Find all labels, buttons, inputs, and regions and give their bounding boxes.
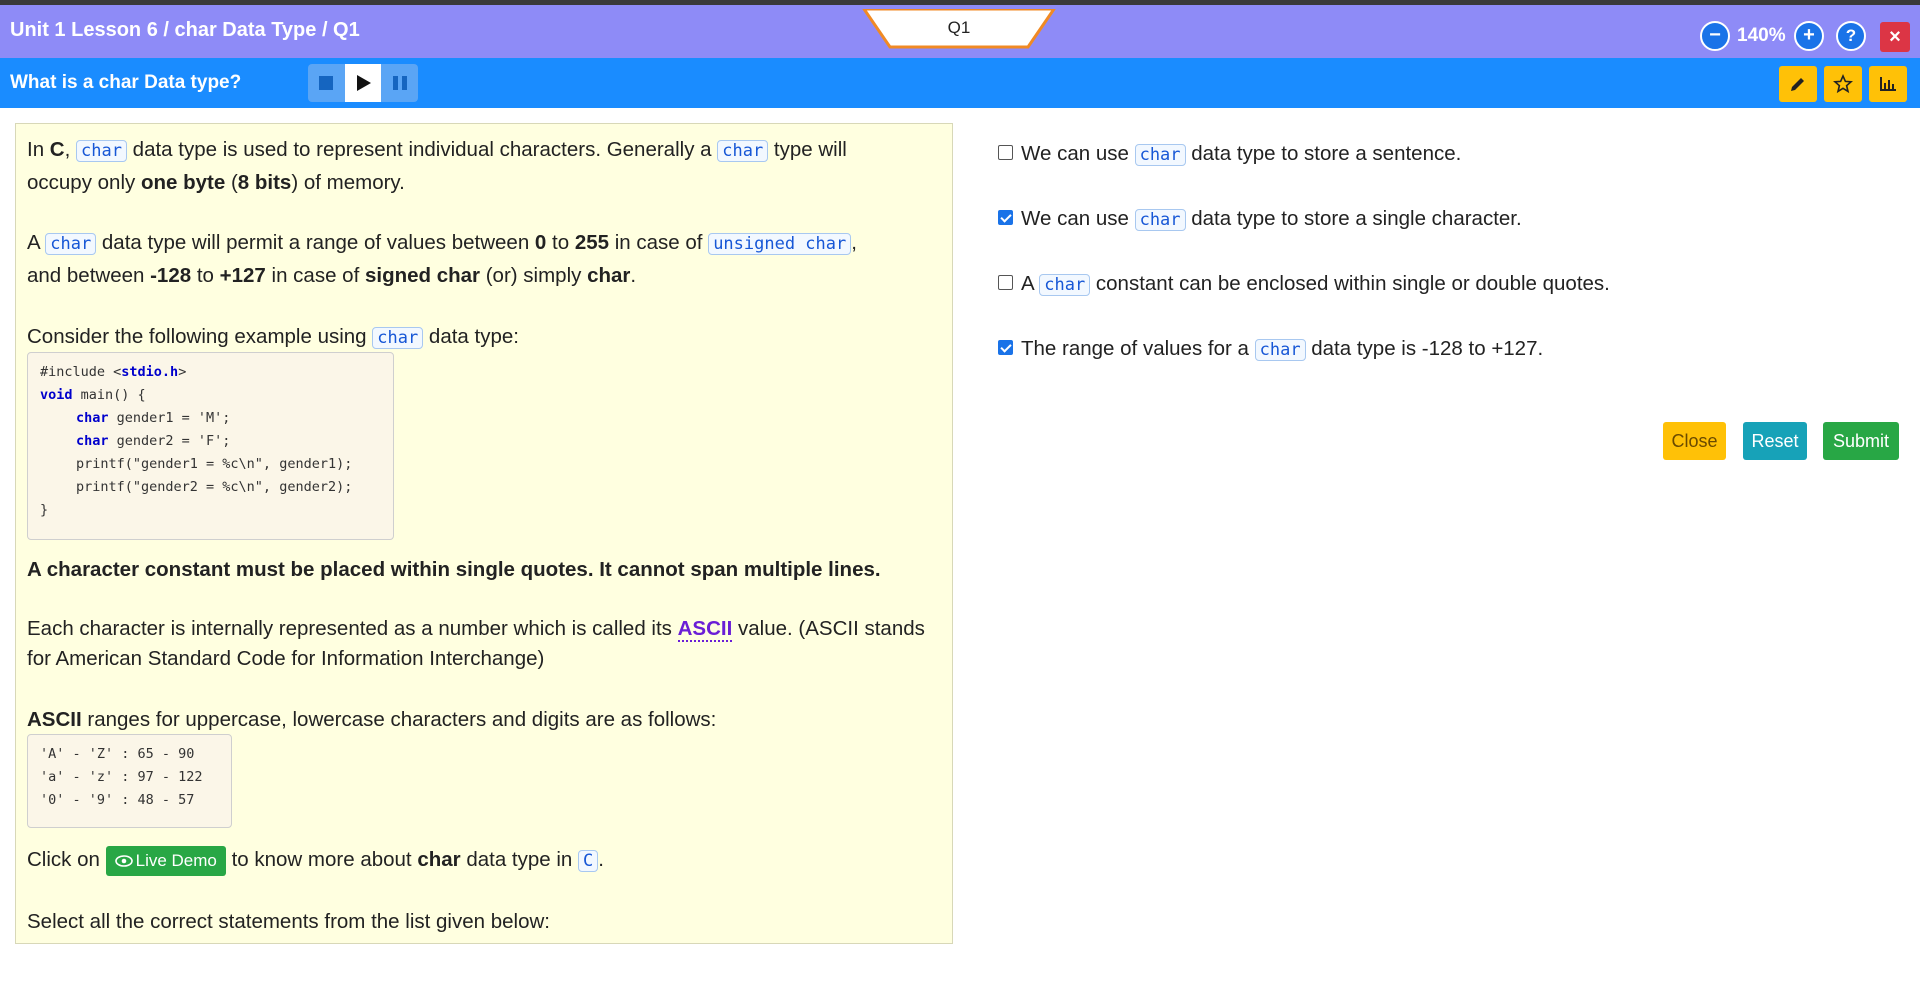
inline-code: char (76, 140, 127, 162)
ascii-row: '0' - '9' : 48 - 57 (40, 792, 195, 808)
question-title: What is a char Data type? (10, 72, 242, 93)
question-tab-label: Q1 (947, 18, 971, 37)
option-2-checkbox[interactable] (998, 210, 1013, 226)
instruction-text: Select all the correct statements from t… (27, 910, 550, 933)
live-demo-paragraph: Click on Live Demo to know more about ch… (27, 842, 604, 879)
help-button[interactable]: ? (1836, 21, 1866, 51)
top-bar: Unit 1 Lesson 6 / char Data Type / Q1 Q1… (0, 5, 1920, 58)
question-title-bar: What is a char Data type? (0, 58, 1920, 108)
bar-chart-icon (1880, 77, 1896, 91)
zoom-in-button[interactable]: + (1794, 21, 1824, 51)
inline-code: char (1254, 339, 1306, 361)
inline-code: char (717, 140, 769, 162)
option-4-checkbox[interactable] (998, 340, 1013, 356)
inline-code: char (372, 327, 424, 349)
breadcrumb: Unit 1 Lesson 6 / char Data Type / Q1 (10, 19, 360, 41)
inline-code: char (1134, 209, 1186, 231)
option-1-checkbox[interactable] (998, 145, 1013, 161)
ascii-row: 'a' - 'z' : 97 - 122 (40, 769, 203, 785)
play-icon (357, 75, 371, 91)
close-window-button[interactable]: × (1880, 22, 1910, 52)
zoom-out-button[interactable]: − (1700, 21, 1730, 51)
ascii-abbreviation[interactable]: ASCII (677, 617, 733, 642)
option-4[interactable]: The range of values for a char data type… (998, 337, 1543, 361)
pause-button[interactable] (382, 64, 418, 102)
option-3[interactable]: A char constant can be enclosed within s… (998, 272, 1610, 296)
code-example-block: #include <stdio.h> void main() { char ge… (27, 352, 394, 540)
explanation-panel: In C, char data type is used to represen… (15, 123, 953, 944)
ascii-range-intro: ASCII ranges for uppercase, lowercase ch… (27, 708, 717, 731)
stop-icon (319, 76, 333, 90)
inline-code: char (1039, 274, 1091, 296)
pause-icon (393, 76, 407, 90)
reset-button[interactable]: Reset (1743, 422, 1807, 460)
submit-button[interactable]: Submit (1823, 422, 1899, 460)
constant-rule: A character constant must be placed with… (27, 558, 881, 581)
range-paragraph: A char data type will permit a range of … (27, 231, 857, 287)
inline-code: C (578, 850, 599, 872)
option-3-checkbox[interactable] (998, 275, 1013, 291)
stats-button[interactable] (1869, 66, 1907, 102)
example-intro: Consider the following example using cha… (27, 325, 519, 349)
question-tab[interactable]: Q1 (862, 9, 1056, 49)
inline-code: unsigned char (708, 233, 852, 255)
star-icon (1833, 74, 1853, 94)
inline-code: char (1134, 144, 1186, 166)
stop-button[interactable] (308, 64, 344, 102)
ascii-table-block: 'A' - 'Z' : 65 - 90 'a' - 'z' : 97 - 122… (27, 734, 232, 828)
audio-player (308, 64, 418, 102)
ascii-row: 'A' - 'Z' : 65 - 90 (40, 746, 195, 762)
intro-paragraph: In C, char data type is used to represen… (27, 138, 847, 194)
live-demo-button[interactable]: Live Demo (105, 845, 226, 876)
eye-icon (114, 854, 133, 867)
inline-code: char (45, 233, 97, 255)
option-1[interactable]: We can use char data type to store a sen… (998, 142, 1461, 166)
ascii-paragraph: Each character is internally represented… (27, 617, 925, 670)
edit-button[interactable] (1779, 66, 1817, 102)
close-button[interactable]: Close (1663, 422, 1726, 460)
zoom-level: 140% (1737, 25, 1786, 46)
play-button[interactable] (345, 64, 381, 102)
bookmark-button[interactable] (1824, 66, 1862, 102)
option-2[interactable]: We can use char data type to store a sin… (998, 207, 1522, 231)
pencil-icon (1791, 78, 1804, 91)
